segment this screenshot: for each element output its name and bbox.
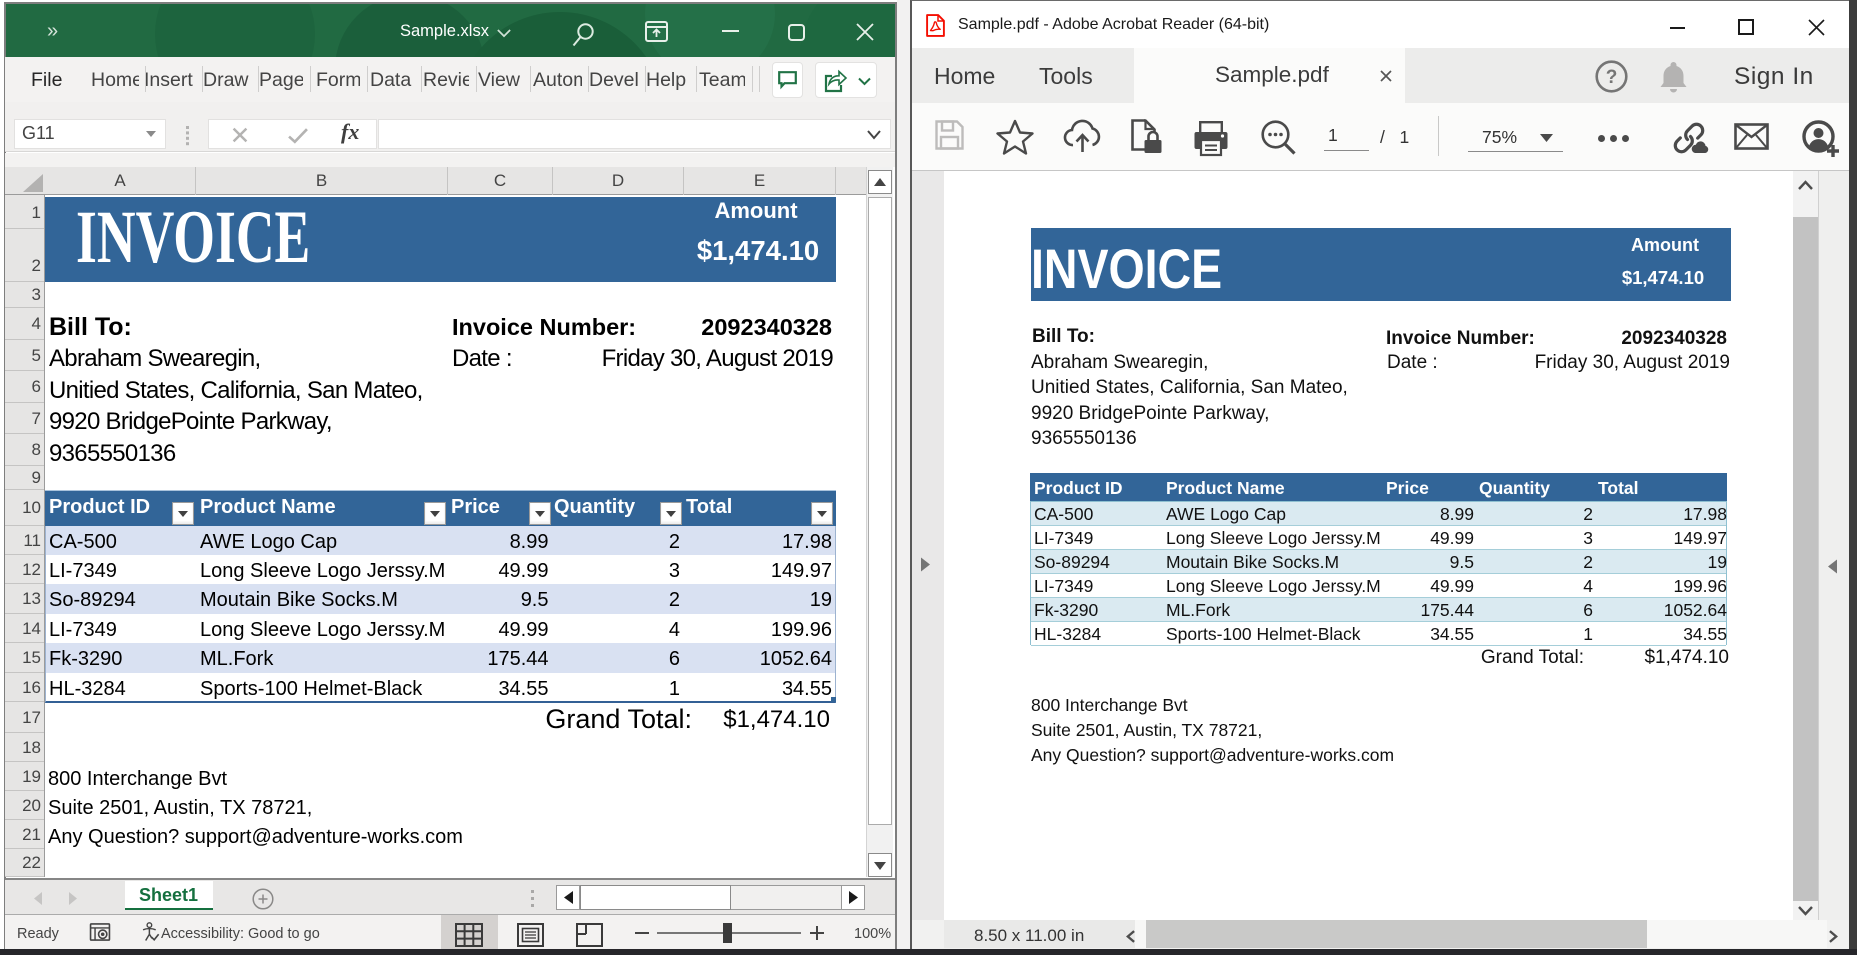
svg-text:?: ? [1606, 67, 1618, 88]
